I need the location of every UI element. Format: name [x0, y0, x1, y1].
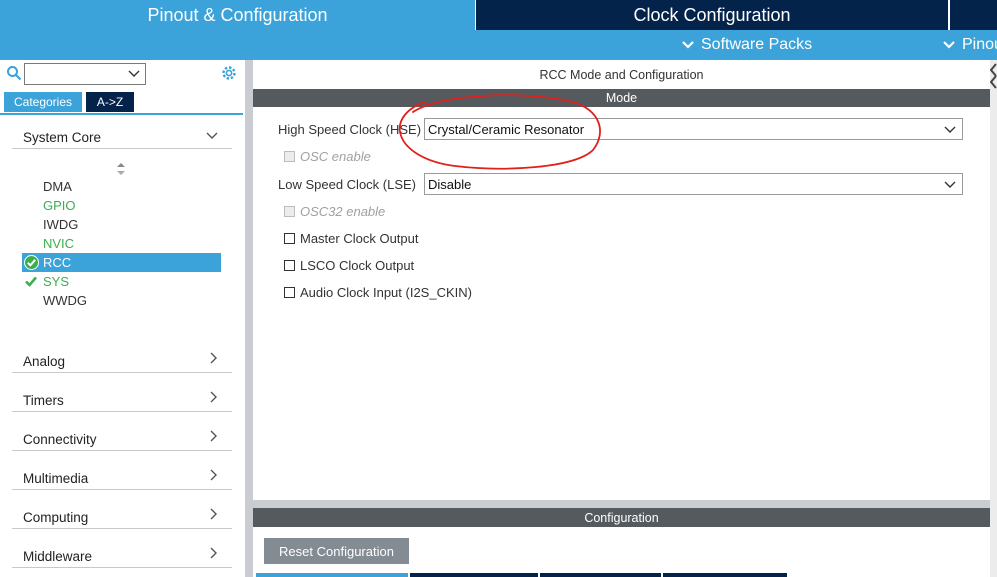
chevron-right-icon — [210, 430, 217, 442]
master-clock-output-checkbox[interactable]: Master Clock Output — [284, 229, 419, 247]
group-timers[interactable]: Timers — [12, 386, 232, 412]
audio-clock-input-label: Audio Clock Input (I2S_CKIN) — [300, 284, 472, 300]
peripheral-label: DMA — [43, 179, 72, 194]
checkbox-box — [284, 205, 295, 217]
group-label: Analog — [23, 354, 66, 369]
annotation-circle — [398, 94, 601, 170]
group-analog[interactable]: Analog — [12, 347, 232, 373]
tab-pinout-label: Pinout & Configuration — [147, 4, 328, 25]
peripheral-label: WWDG — [43, 293, 88, 308]
lsco-clock-output-checkbox[interactable]: LSCO Clock Output — [284, 256, 414, 274]
group-connectivity[interactable]: Connectivity — [12, 425, 232, 451]
pinout-menu-label: Pinou — [962, 36, 997, 53]
chevron-down-icon — [944, 181, 956, 188]
peripheral-label: NVIC — [43, 236, 75, 251]
gear-icon[interactable] — [220, 64, 238, 82]
peripheral-label: GPIO — [43, 198, 76, 213]
peripheral-nvic[interactable]: NVIC — [22, 234, 221, 253]
search-icon[interactable] — [6, 65, 22, 81]
config-tab[interactable] — [256, 573, 408, 577]
configuration-header: Configuration — [253, 508, 990, 527]
tab-extra[interactable] — [950, 0, 997, 30]
check-circle-icon — [24, 255, 39, 270]
peripheral-gpio[interactable]: GPIO — [22, 196, 221, 215]
lse-value: Disable — [428, 176, 472, 192]
peripheral-dma[interactable]: DMA — [22, 177, 221, 196]
peripheral-sys[interactable]: SYS — [22, 272, 221, 291]
peripheral-label: IWDG — [43, 217, 79, 232]
config-tabs — [253, 573, 990, 577]
secondary-toolbar: Software Packs Pinou — [0, 30, 997, 60]
chevron-right-icon — [210, 547, 217, 559]
group-label: System Core — [23, 130, 102, 145]
peripheral-label: SYS — [43, 274, 70, 289]
osc-enable-checkbox: OSC enable — [284, 147, 371, 165]
checkbox-box — [284, 150, 295, 162]
checkbox-box[interactable] — [284, 259, 295, 271]
chevron-right-icon — [210, 469, 217, 481]
checkbox-box[interactable] — [284, 232, 295, 244]
group-middleware[interactable]: Middleware — [12, 542, 232, 568]
group-label: Connectivity — [23, 432, 97, 447]
master-clock-output-label: Master Clock Output — [300, 230, 419, 246]
reset-configuration-button[interactable]: Reset Configuration — [264, 538, 409, 564]
config-tab[interactable] — [663, 573, 787, 577]
peripheral-wwdg[interactable]: WWDG — [22, 291, 221, 310]
osc-enable-label: OSC enable — [300, 148, 371, 164]
tab-clock-configuration[interactable]: Clock Configuration — [476, 0, 948, 30]
tab-a-z-label: A->Z — [96, 95, 124, 109]
scroll-up-icon[interactable] — [117, 163, 125, 175]
config-tab[interactable] — [410, 573, 538, 577]
chevron-right-icon — [210, 391, 217, 403]
tab-categories[interactable]: Categories — [4, 92, 82, 112]
chevron-down-icon — [944, 126, 956, 133]
search-combo[interactable] — [24, 63, 146, 85]
audio-clock-input-checkbox[interactable]: Audio Clock Input (I2S_CKIN) — [284, 283, 472, 301]
lse-select[interactable]: Disable — [424, 173, 963, 195]
group-label: Computing — [23, 510, 89, 525]
pinout-menu[interactable]: Pinou — [942, 30, 997, 60]
category-panel: Categories A->Z System Core DMA GPIO IWD… — [0, 60, 245, 577]
check-icon — [25, 276, 37, 287]
software-packs-label: Software Packs — [701, 36, 813, 53]
mode-header: Mode — [253, 89, 990, 107]
section-splitter[interactable] — [253, 500, 990, 508]
checkbox-box[interactable] — [284, 286, 295, 298]
vertical-scrollbar[interactable] — [990, 60, 997, 577]
chevron-down-icon — [128, 70, 140, 77]
group-label: Timers — [23, 393, 64, 408]
lsco-clock-output-label: LSCO Clock Output — [300, 257, 415, 273]
group-computing[interactable]: Computing — [12, 503, 232, 529]
panel-title: RCC Mode and Configuration — [253, 60, 990, 89]
chevron-right-icon — [210, 352, 217, 364]
scroll-arrow-icon[interactable] — [990, 62, 997, 90]
tab-pinout-configuration[interactable]: Pinout & Configuration — [0, 0, 475, 30]
tab-a-z[interactable]: A->Z — [86, 92, 134, 112]
chevron-down-icon — [682, 41, 694, 49]
tab-categories-label: Categories — [13, 95, 73, 109]
group-label: Middleware — [23, 549, 93, 564]
peripheral-label: RCC — [43, 255, 72, 270]
config-tab[interactable] — [540, 573, 661, 577]
lse-label: Low Speed Clock (LSE) — [278, 177, 417, 192]
chevron-right-icon — [210, 508, 217, 520]
chevron-down-icon — [206, 132, 218, 139]
panel-splitter[interactable] — [245, 60, 253, 577]
software-packs-menu[interactable]: Software Packs — [681, 30, 812, 60]
group-system-core[interactable]: System Core — [12, 123, 232, 149]
group-label: Multimedia — [23, 471, 89, 486]
tab-underline — [0, 113, 243, 115]
osc32-enable-checkbox: OSC32 enable — [284, 202, 385, 220]
group-multimedia[interactable]: Multimedia — [12, 464, 232, 490]
tab-clock-label: Clock Configuration — [633, 4, 791, 25]
osc32-enable-label: OSC32 enable — [300, 203, 386, 219]
peripheral-iwdg[interactable]: IWDG — [22, 215, 221, 234]
peripheral-rcc[interactable]: RCC — [22, 253, 221, 272]
chevron-down-icon — [943, 41, 955, 49]
